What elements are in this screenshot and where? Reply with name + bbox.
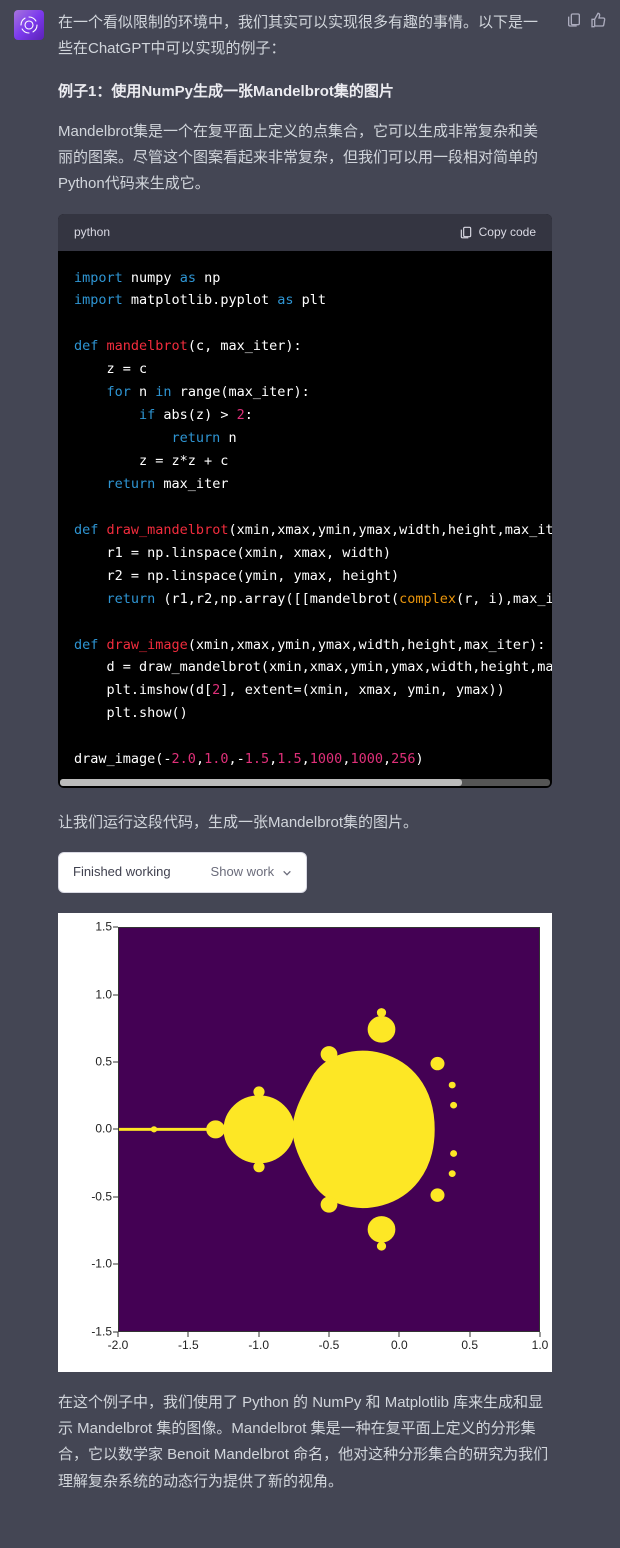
- example-description: Mandelbrot集是一个在复平面上定义的点集合，它可以生成非常复杂和美丽的图…: [58, 119, 552, 198]
- x-tick-label: -0.5: [319, 1335, 340, 1356]
- y-tick-label: 1.5: [58, 917, 112, 938]
- mandelbrot-fractal-icon: [119, 928, 539, 1331]
- code-content[interactable]: import numpy as np import matplotlib.pyp…: [58, 251, 552, 780]
- thumbs-up-icon[interactable]: [590, 12, 606, 28]
- y-tick-label: -1.0: [58, 1254, 112, 1275]
- y-tick-label: -1.5: [58, 1321, 112, 1342]
- assistant-avatar: [14, 10, 44, 40]
- plot-axes: [118, 927, 540, 1332]
- code-interpreter-widget: Finished working Show work: [58, 852, 307, 893]
- copy-code-button[interactable]: Copy code: [459, 222, 536, 243]
- copy-code-label: Copy code: [479, 222, 536, 243]
- mandelbrot-output-image: -1.5-1.0-0.50.00.51.01.5-2.0-1.5-1.0-0.5…: [58, 913, 552, 1372]
- code-header: python Copy code: [58, 214, 552, 251]
- x-tick-label: -1.5: [178, 1335, 199, 1356]
- show-work-button[interactable]: Show work: [211, 861, 293, 884]
- horizontal-scrollbar[interactable]: [60, 779, 550, 786]
- chevron-down-icon: [282, 868, 292, 878]
- example-heading: 例子1：使用NumPy生成一张Mandelbrot集的图片: [58, 79, 552, 105]
- openai-logo-icon: [19, 15, 39, 35]
- y-tick-label: -0.5: [58, 1186, 112, 1207]
- x-tick-label: 0.0: [391, 1335, 408, 1356]
- message-actions: [566, 10, 606, 1511]
- show-work-label: Show work: [211, 861, 275, 884]
- message-content: 在一个看似限制的环境中，我们其实可以实现很多有趣的事情。以下是一些在ChatGP…: [58, 10, 552, 1511]
- assistant-message-row: 在一个看似限制的环境中，我们其实可以实现很多有趣的事情。以下是一些在ChatGP…: [0, 0, 620, 1531]
- clipboard-icon: [459, 225, 473, 239]
- code-block: python Copy code import numpy as np impo…: [58, 214, 552, 789]
- x-tick-label: 1.0: [532, 1335, 549, 1356]
- intro-text: 在一个看似限制的环境中，我们其实可以实现很多有趣的事情。以下是一些在ChatGP…: [58, 10, 552, 63]
- x-tick-label: -1.0: [248, 1335, 269, 1356]
- x-tick-label: 0.5: [461, 1335, 478, 1356]
- code-language-label: python: [74, 222, 110, 243]
- clipboard-icon[interactable]: [566, 12, 582, 28]
- conclusion-text: 在这个例子中，我们使用了 Python 的 NumPy 和 Matplotlib…: [58, 1390, 552, 1495]
- y-tick-label: 1.0: [58, 984, 112, 1005]
- y-tick-label: 0.0: [58, 1119, 112, 1140]
- run-status-label: Finished working: [73, 861, 171, 884]
- run-prompt-text: 让我们运行这段代码，生成一张Mandelbrot集的图片。: [58, 810, 552, 836]
- x-tick-label: -2.0: [108, 1335, 129, 1356]
- y-tick-label: 0.5: [58, 1052, 112, 1073]
